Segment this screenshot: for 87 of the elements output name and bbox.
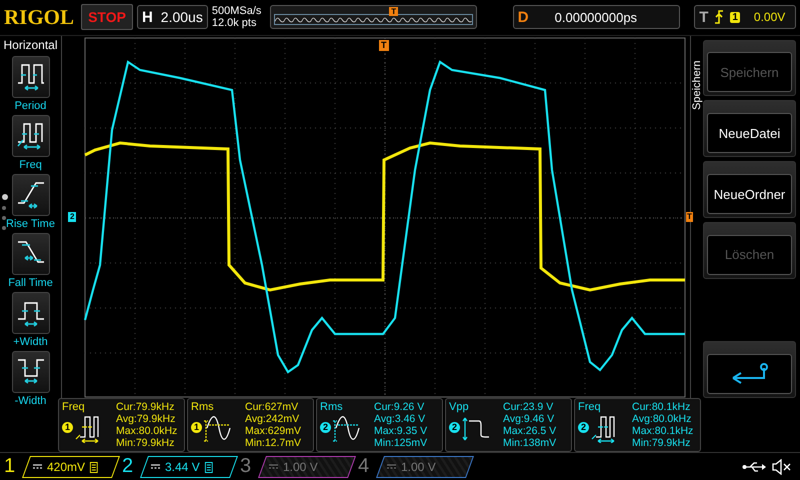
measure-label: +Width [13,336,48,348]
measurement-card[interactable]: Freq 1 Cur:79.9kHz Avg:79.9kHz Max:80.0kHz Min:79.9kHz [58,398,185,452]
rising-edge-icon [714,10,724,24]
dc-coupling-icon [151,464,160,470]
measure-button[interactable] [12,232,50,275]
channel-scale: 1.00 V [283,460,318,474]
measure-button[interactable] [12,174,50,216]
menu-title: Horizontal [3,38,58,52]
trigger-label: T [699,8,708,26]
measurement-value: Min:125mV [374,436,428,449]
channel-number: 2 [122,455,134,478]
sample-rate: 500MSa/s [212,5,262,18]
measurement-value: Avg:3.46 V [374,412,426,425]
measure-label: Fall Time [8,276,53,289]
measurement-value: Min:12.7mV [245,436,302,449]
dc-coupling-icon [269,464,278,470]
measurement-type: Freq [62,400,86,413]
measurement-value: Avg:242mV [245,412,300,425]
trigger-position-marker: T [389,7,398,16]
measurement-value: Cur:79.9kHz [116,400,176,413]
measurement-value: Avg:80.0kHz [632,412,692,425]
speaker-muted-icon [772,458,792,475]
measurement-card[interactable]: Rms 2 Cur:9.26 V Avg:3.46 V Max:9.35 V Min:125mV [316,398,443,452]
measurement-value: Max:9.35 V [374,424,428,437]
trigger-display[interactable]: T 1 0.00V [694,5,796,30]
trigger-source: 1 [730,12,740,23]
measure-label: Period [14,100,46,112]
run-stop-button[interactable]: STOP [81,4,133,30]
measurement-value: Max:80.0kHz [116,424,178,437]
delay-display[interactable]: D 0.00000000ps [512,5,680,30]
channel-badge: 1 [62,422,73,434]
channel-badge: 2 [320,422,331,434]
measurement-value: Min:138mV [503,436,556,449]
usb-icon [742,460,766,473]
measurement-value: Cur:23.9 V [503,400,554,413]
measurement-value: Max:629mV [245,424,302,437]
timebase-label: H [142,8,153,26]
measurement-value: Min:79.9kHz [632,436,692,449]
delay-label: D [518,8,529,26]
channel-number: 4 [358,455,370,478]
measurement-type: Freq [578,400,602,413]
softkey-button[interactable]: NeueDatei [707,113,792,154]
channel-scale: 1.00 V [401,460,436,474]
channel-scale: 3.44 V [165,460,200,474]
menu-title: Speichern [691,59,703,110]
channel-badge: 2 [449,422,460,434]
trigger-level: 0.00V [754,10,786,24]
dc-coupling-icon [33,464,42,470]
measure-button[interactable] [12,350,50,393]
channel-offset-marker[interactable]: 2 [68,212,76,222]
measurement-type: Rms [320,400,344,413]
channel-badge: 1 [191,422,202,434]
measurement-type: Rms [191,400,215,413]
measurement-value: Cur:80.1kHz [632,400,692,413]
measurement-card[interactable]: Rms 1 Cur:627mV Avg:242mV Max:629mV Min:12.7mV [187,398,314,452]
timebase-display[interactable]: H 2.00us [136,5,208,30]
channel-badge: 2 [578,422,589,434]
measurement-value: Avg:9.46 V [503,412,556,425]
delay-value: 0.00000000ps [554,10,638,25]
measure-button[interactable] [12,292,50,334]
back-button[interactable] [707,354,792,394]
measurement-value: Min:79.9kHz [116,436,176,449]
dc-coupling-icon [387,464,396,470]
timebase-value: 2.00us [160,9,203,26]
softkey-button[interactable]: NeueOrdner [707,174,792,214]
channel-scale: 420mV [47,460,86,474]
trigger-level-marker[interactable]: T [686,212,693,222]
measurement-card[interactable]: Freq 2 Cur:80.1kHz Avg:80.0kHz Max:80.1kHz Min:79.9kHz [574,398,701,452]
measurement-value: Cur:627mV [245,400,300,413]
measure-label: Freq [19,158,42,171]
measure-button[interactable] [12,114,50,157]
measurement-card[interactable]: Vpp 2 Cur:23.9 V Avg:9.46 V Max:26.5 V Min:138mV [445,398,572,452]
measurement-value: Cur:9.26 V [374,400,426,413]
measure-label: Rise Time [6,218,55,230]
bandwidth-limit-icon [204,461,213,472]
brand-logo: RIGOL [4,4,76,30]
measurement-type: Vpp [449,400,470,413]
measurement-value: Avg:79.9kHz [116,412,176,425]
memory-depth: 12.0k pts [212,17,258,30]
measurement-value: Max:26.5 V [503,424,556,437]
channel-number: 3 [240,455,252,478]
measure-button[interactable] [12,56,50,98]
measure-label: -Width [14,394,46,407]
channel-number: 1 [4,455,16,478]
bandwidth-limit-icon [90,461,98,472]
measurement-value: Max:80.1kHz [632,424,694,437]
trigger-position-marker[interactable]: T [379,40,388,51]
